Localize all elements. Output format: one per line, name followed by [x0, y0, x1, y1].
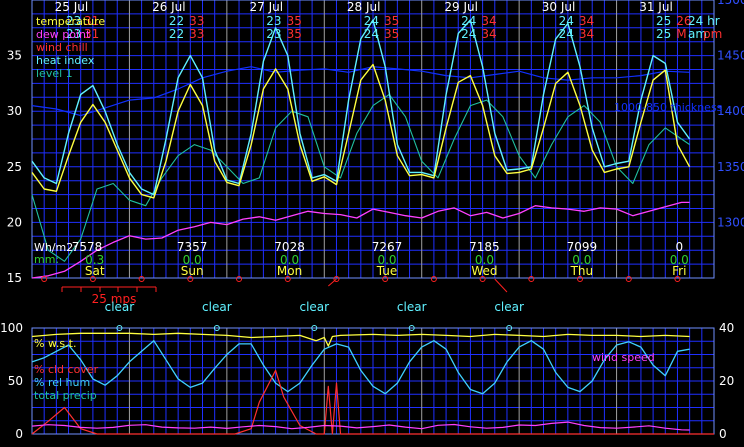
legend-bottom-item: % rel hum	[34, 376, 90, 389]
day-header-date: 29 Jul	[444, 0, 478, 14]
day-min-ampm: 22	[169, 27, 184, 41]
day-min-ampm: 24	[461, 27, 476, 41]
day-max-24hr: 34	[579, 14, 594, 28]
energy-value: 0	[675, 240, 683, 254]
weekday-label: Sat	[85, 264, 105, 278]
day-min-24hr: 24	[364, 14, 379, 28]
legend-bottom-item: % cld cover	[34, 363, 99, 376]
day-min-24hr: 22	[169, 14, 184, 28]
weekday-label: Tue	[376, 264, 398, 278]
day-min-24hr: 24	[559, 14, 574, 28]
day-max-24hr: 33	[189, 14, 204, 28]
sky-condition-label: clear	[299, 300, 329, 314]
top-left-tick-label: 30	[7, 104, 22, 118]
top-right-tick-label: 1450	[717, 49, 744, 63]
wind-speed-label: wind speed	[592, 351, 655, 364]
bottom-right-tick-label: 0	[719, 427, 727, 441]
day-max-24hr: 35	[384, 14, 399, 28]
day-header-date: 25 Jul	[55, 0, 89, 14]
legend-top-item: dew point	[36, 28, 91, 41]
top-left-tick-label: 15	[7, 271, 22, 285]
day-min-ampm: 24	[364, 27, 379, 41]
energy-value: 7267	[372, 240, 403, 254]
sky-condition-label: clear	[105, 300, 135, 314]
top-right-tick-label: 1500	[717, 0, 744, 7]
top-right-tick-label: 1350	[717, 160, 744, 174]
day-min-ampm: 23	[266, 27, 281, 41]
legend-bottom-item: % w.s.t.	[34, 337, 76, 350]
day-max-ampm: 33	[189, 27, 204, 41]
bottom-left-tick-label: 50	[8, 374, 23, 388]
weekday-label: Mon	[277, 264, 302, 278]
legend-top-item: level 1	[36, 67, 73, 80]
day-max-ampm: 34	[481, 27, 496, 41]
sky-condition-label: clear	[494, 300, 524, 314]
precip-prefix: mm:	[34, 253, 59, 266]
day-min-ampm: 25	[656, 27, 671, 41]
energy-value: 7028	[274, 240, 305, 254]
bottom-left-tick-label: 100	[0, 321, 23, 335]
bottom-right-tick-label: 20	[719, 374, 734, 388]
day-header-date: 31 Jul	[639, 0, 673, 14]
day-max-ampm: M	[676, 27, 686, 41]
energy-value: 7357	[177, 240, 208, 254]
top-left-tick-label: 20	[7, 215, 22, 229]
top-left-tick-label: 35	[7, 49, 22, 63]
top-right-tick-label: 1300	[717, 215, 744, 229]
day-header-date: 28 Jul	[347, 0, 381, 14]
day-header-date: 26 Jul	[152, 0, 186, 14]
day-max-ampm: 35	[287, 27, 302, 41]
label-pm: pm	[703, 27, 722, 41]
top-left-tick-label: 25	[7, 160, 22, 174]
bottom-right-tick-label: 40	[719, 321, 734, 335]
day-max-24hr: 35	[287, 14, 302, 28]
weekday-label: Thu	[570, 264, 594, 278]
label-24hr: 24 hr	[688, 14, 720, 28]
day-max-24hr: 34	[481, 14, 496, 28]
energy-value: 7185	[469, 240, 500, 254]
sky-condition-label: clear	[397, 300, 427, 314]
legend-bottom-item: total precip	[34, 389, 97, 402]
day-max-ampm: 34	[579, 27, 594, 41]
day-max-ampm: 35	[384, 27, 399, 41]
legend-top-item: temperature	[36, 15, 105, 28]
energy-value: 7578	[72, 240, 103, 254]
legend-top-item: heat index	[36, 54, 95, 67]
weekday-label: Fri	[672, 264, 686, 278]
day-header-date: 30 Jul	[542, 0, 576, 14]
weekday-label: Sun	[181, 264, 204, 278]
day-min-24hr: 24	[461, 14, 476, 28]
day-min-24hr: 25	[656, 14, 671, 28]
day-min-24hr: 23	[266, 14, 281, 28]
weekday-label: Wed	[471, 264, 497, 278]
sky-condition-label: clear	[202, 300, 232, 314]
day-min-ampm: 24	[559, 27, 574, 41]
day-header-date: 27 Jul	[250, 0, 284, 14]
energy-value: 7099	[567, 240, 598, 254]
forecast-chart: 1520253035130013501400145015000501000204…	[0, 0, 744, 447]
legend-top-item: wind chill	[36, 41, 88, 54]
thickness-label: 1000-850 thickness	[614, 101, 723, 114]
bottom-left-tick-label: 0	[15, 427, 23, 441]
